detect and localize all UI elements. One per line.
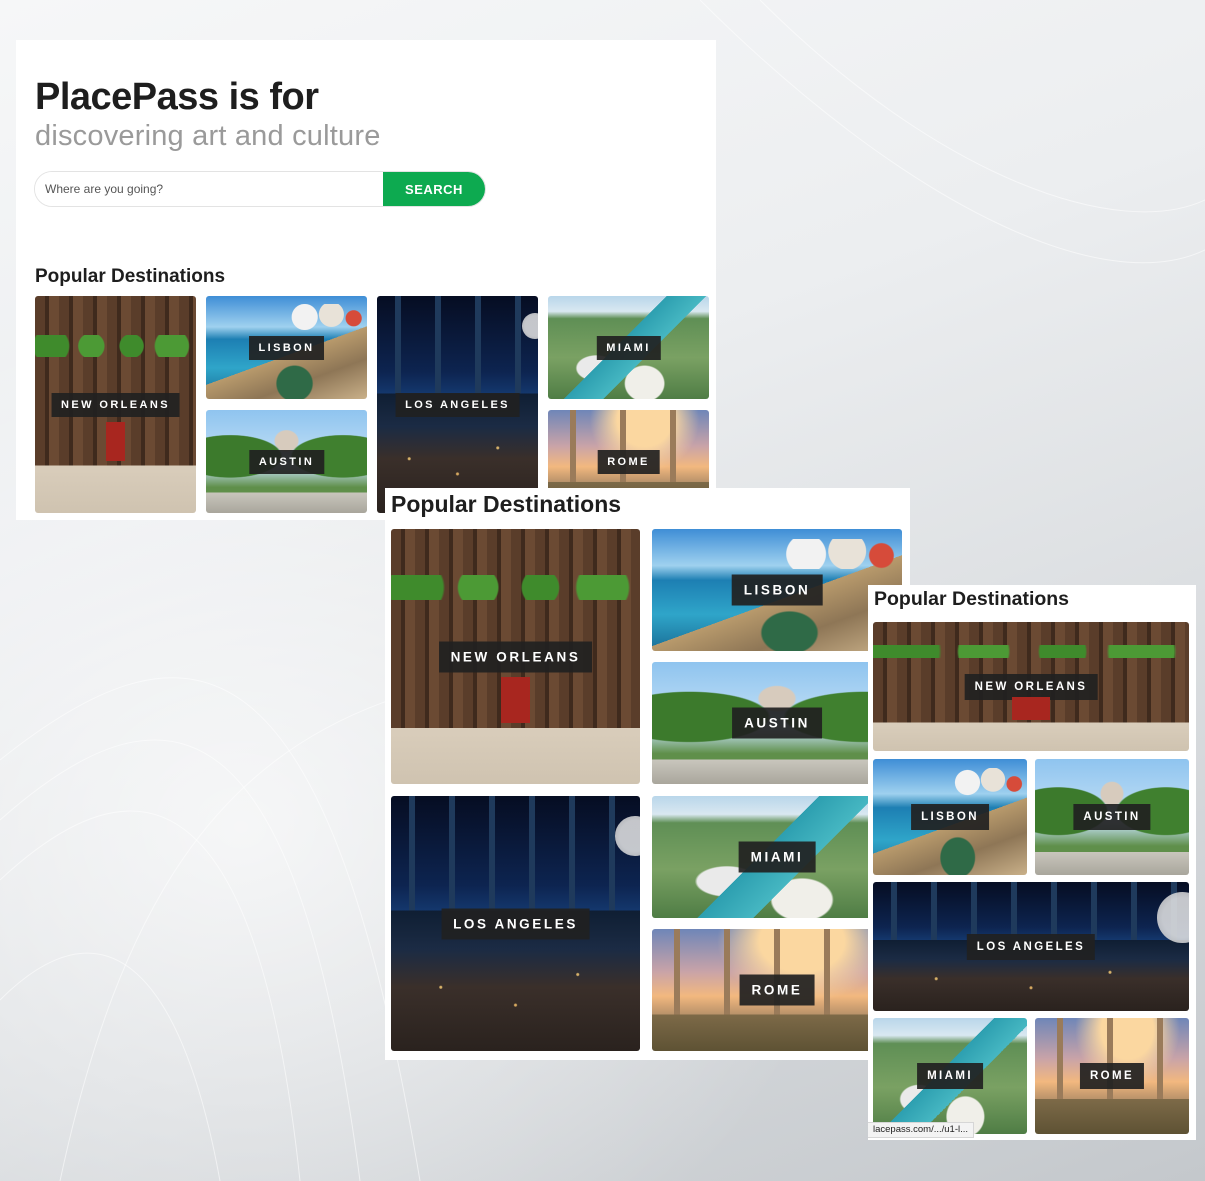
destination-label: AUSTIN [248, 449, 325, 474]
destination-tile-lisbon[interactable]: LISBON [873, 759, 1027, 875]
destination-tile-los-angeles[interactable]: LOS ANGELES [391, 796, 640, 1051]
destination-label: LISBON [248, 335, 325, 360]
destination-label: AUSTIN [1073, 804, 1151, 830]
mobile-view: Popular Destinations NEW ORLEANS LISBON … [868, 585, 1196, 1140]
hero-title: PlacePass is for [35, 76, 319, 118]
destination-label: ROME [739, 974, 815, 1006]
destination-label: MIAMI [738, 841, 816, 873]
popular-destinations-title: Popular Destinations [874, 588, 1070, 610]
destination-tile-new-orleans[interactable]: NEW ORLEANS [391, 529, 640, 784]
destination-tile-new-orleans[interactable]: NEW ORLEANS [873, 622, 1189, 751]
destination-label: ROME [1079, 1063, 1145, 1089]
destination-label: LISBON [731, 574, 823, 606]
hero-subtitle: discovering art and culture [35, 120, 381, 152]
destination-label: LOS ANGELES [441, 908, 590, 939]
destination-label: ROME [597, 449, 660, 474]
destination-label: NEW ORLEANS [964, 673, 1098, 700]
destination-label: LOS ANGELES [966, 933, 1096, 960]
destination-tile-los-angeles[interactable]: LOS ANGELES [377, 296, 538, 513]
destination-tile-miami[interactable]: MIAMI [548, 296, 709, 399]
destination-tile-miami[interactable]: MIAMI [652, 796, 902, 918]
tablet-view: Popular Destinations NEW ORLEANS LISBON … [385, 488, 910, 1060]
destination-search-input[interactable] [35, 172, 383, 206]
destination-label: LOS ANGELES [395, 392, 520, 417]
desktop-view: PlacePass is for discovering art and cul… [16, 40, 716, 520]
search-bar: SEARCH [34, 171, 486, 207]
destination-label: AUSTIN [732, 707, 822, 739]
destination-tile-lisbon[interactable]: LISBON [206, 296, 367, 399]
popular-destinations-title: Popular Destinations [35, 266, 226, 287]
link-status-url: lacepass.com/.../u1-l... [868, 1122, 975, 1138]
destination-label: LISBON [911, 804, 989, 830]
destination-label: NEW ORLEANS [51, 392, 180, 417]
destination-tile-new-orleans[interactable]: NEW ORLEANS [35, 296, 196, 513]
destination-label: MIAMI [917, 1063, 983, 1089]
destination-tile-lisbon[interactable]: LISBON [652, 529, 902, 651]
destination-tile-miami[interactable]: MIAMI [873, 1018, 1027, 1134]
search-button[interactable]: SEARCH [383, 172, 485, 206]
destination-tile-los-angeles[interactable]: LOS ANGELES [873, 882, 1189, 1011]
popular-destinations-title: Popular Destinations [391, 491, 622, 517]
destination-label: MIAMI [596, 335, 661, 360]
destination-tile-austin[interactable]: AUSTIN [1035, 759, 1189, 875]
destination-label: NEW ORLEANS [438, 641, 593, 672]
destination-tile-rome[interactable]: ROME [1035, 1018, 1189, 1134]
destination-tile-austin[interactable]: AUSTIN [652, 662, 902, 784]
destination-tile-austin[interactable]: AUSTIN [206, 410, 367, 513]
destination-tile-rome[interactable]: ROME [652, 929, 902, 1051]
